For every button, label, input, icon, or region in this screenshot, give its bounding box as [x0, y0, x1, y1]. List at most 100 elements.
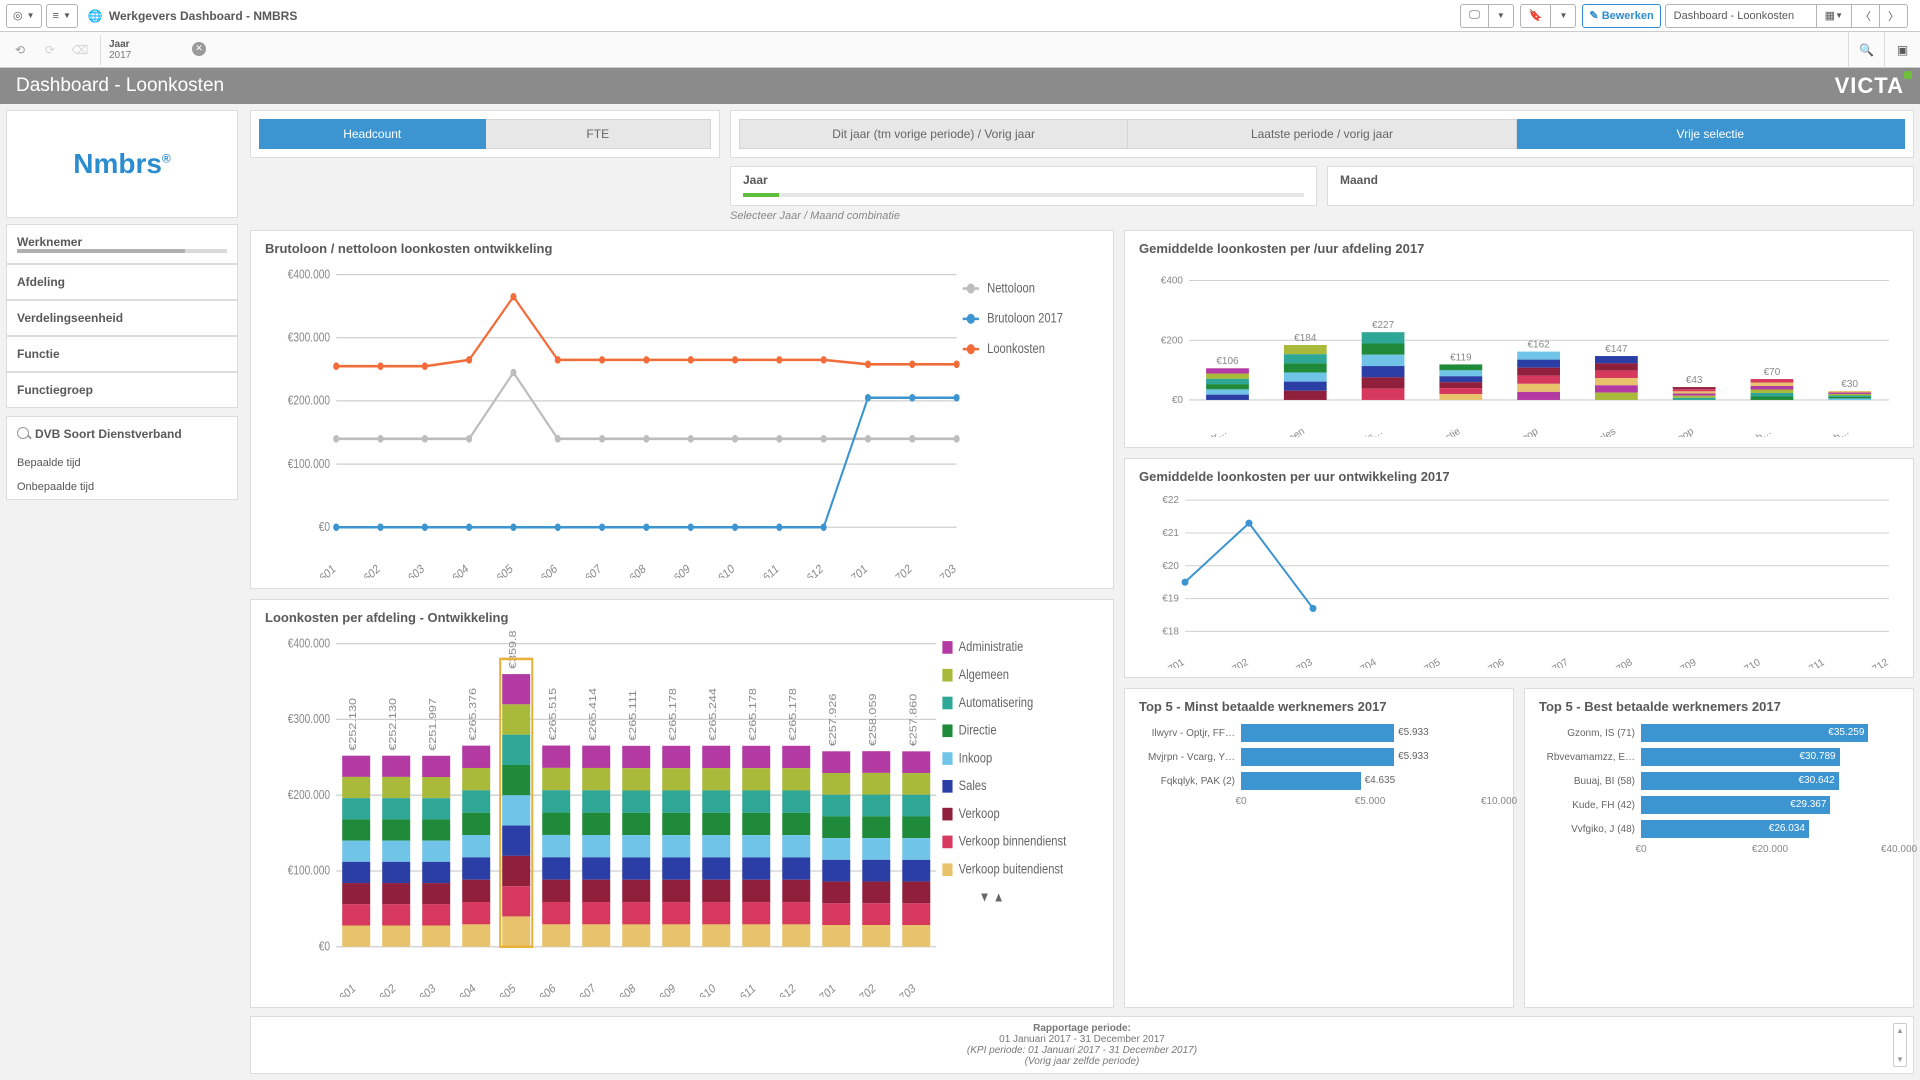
- svg-text:201608: 201608: [605, 982, 638, 997]
- chart-uur-ontwikkeling[interactable]: Gemiddelde loonkosten per uur ontwikkeli…: [1124, 458, 1914, 678]
- chart-uur-afdeling[interactable]: Gemiddelde loonkosten per /uur afdeling …: [1124, 230, 1914, 448]
- year-filter[interactable]: Jaar: [730, 166, 1317, 206]
- insight-group[interactable]: 🖵▼: [1460, 4, 1514, 28]
- svg-text:€18: €18: [1162, 626, 1179, 637]
- chart-loonkosten-afdeling[interactable]: Loonkosten per afdeling - Ontwikkeling €…: [250, 599, 1114, 1008]
- chart-minst-betaald[interactable]: Top 5 - Minst betaalde werknemers 2017 I…: [1124, 688, 1514, 1008]
- svg-text:€265.515: €265.515: [548, 688, 559, 741]
- svg-text:€43: €43: [1686, 375, 1703, 386]
- selection-back-icon[interactable]: ⟲: [6, 36, 34, 64]
- close-icon[interactable]: ✕: [192, 42, 206, 56]
- tab-headcount[interactable]: Headcount: [259, 119, 486, 149]
- svg-text:€184: €184: [1294, 333, 1317, 344]
- tab-fte[interactable]: FTE: [486, 119, 712, 149]
- nav-compass-button[interactable]: ◎▼: [6, 4, 42, 28]
- svg-text:Loonkosten: Loonkosten: [987, 341, 1045, 356]
- filter-functie[interactable]: Functie: [6, 336, 238, 372]
- svg-text:Algemeen: Algemeen: [959, 667, 1009, 682]
- svg-text:€162: €162: [1528, 339, 1551, 350]
- svg-text:€20: €20: [1162, 561, 1179, 572]
- svg-text:201702: 201702: [845, 982, 878, 997]
- chart-best-betaald[interactable]: Top 5 - Best betaalde werknemers 2017 Gz…: [1524, 688, 1914, 1008]
- bookmark-group[interactable]: 🔖▼: [1520, 4, 1577, 28]
- selection-clear-icon[interactable]: ⌫: [66, 36, 94, 64]
- svg-text:201711: 201711: [1793, 657, 1827, 668]
- table-row[interactable]: Rbvevamamzz, E…€30.789: [1539, 746, 1899, 768]
- filter-dienstverband[interactable]: DVB Soort Dienstverband: [7, 417, 237, 451]
- caret-icon: ▼: [1488, 5, 1513, 27]
- svg-text:201609: 201609: [659, 562, 692, 577]
- svg-text:201703: 201703: [885, 982, 918, 997]
- svg-text:201607: 201607: [565, 982, 598, 997]
- sheet-header: Dashboard - Loonkosten VICTA: [0, 68, 1920, 104]
- svg-text:201611: 201611: [748, 562, 781, 577]
- table-row[interactable]: Mvjrpn - Vcarg, Y…€5.933: [1139, 746, 1499, 768]
- svg-text:201603: 201603: [405, 982, 438, 997]
- table-row[interactable]: Ilwyrv - Optjr, FF…€5.933: [1139, 722, 1499, 744]
- svg-text:€265.376: €265.376: [468, 688, 479, 741]
- filter-hint: Selecteer Jaar / Maand combinatie: [730, 210, 1914, 222]
- tab-dit-jaar-tm-vorige-periode-vorig-jaar[interactable]: Dit jaar (tm vorige periode) / Vorig jaa…: [739, 119, 1128, 149]
- table-row[interactable]: Kude, FH (42)€29.367: [1539, 794, 1899, 816]
- next-sheet-button[interactable]: 〉: [1879, 5, 1907, 27]
- selection-forward-icon[interactable]: ⟳: [36, 36, 64, 64]
- filter-verdelingseenheid[interactable]: Verdelingseenheid: [6, 300, 238, 336]
- logo-card: Nmbrs®: [6, 110, 238, 218]
- tab-laatste-periode-vorig-jaar[interactable]: Laatste periode / vorig jaar: [1128, 119, 1516, 149]
- svg-text:€200: €200: [1161, 335, 1184, 346]
- story-name[interactable]: Dashboard - Loonkosten: [1666, 5, 1816, 27]
- svg-text:€252.130: €252.130: [348, 698, 359, 751]
- svg-text:€106: €106: [1216, 356, 1239, 367]
- svg-text:201612: 201612: [792, 562, 825, 577]
- svg-text:€0: €0: [1172, 395, 1183, 406]
- search-icon[interactable]: 🔍: [1848, 32, 1884, 68]
- list-item[interactable]: Bepaalde tijd: [7, 451, 237, 475]
- svg-text:€227: €227: [1372, 320, 1395, 331]
- caret-icon: ▼: [1550, 5, 1575, 27]
- svg-text:€300.000: €300.000: [288, 713, 330, 726]
- sheet-title: Dashboard - Loonkosten: [16, 75, 224, 97]
- svg-text:201701: 201701: [836, 562, 869, 577]
- svg-text:201601: 201601: [305, 562, 338, 577]
- svg-text:Directie: Directie: [1428, 426, 1463, 437]
- table-row[interactable]: Vvfgiko, J (48)€26.034: [1539, 818, 1899, 840]
- svg-text:€400.000: €400.000: [288, 269, 330, 282]
- tab-vrije-selectie[interactable]: Vrije selectie: [1517, 119, 1905, 149]
- svg-text:€100.000: €100.000: [288, 865, 330, 878]
- svg-text:Administratie: Administratie: [959, 639, 1024, 654]
- table-row[interactable]: Fqkqlyk, PAK (2)€4.635: [1139, 770, 1499, 792]
- list-icon: ≡: [53, 10, 59, 22]
- chart-bruto-netto[interactable]: Brutoloon / nettoloon loonkosten ontwikk…: [250, 230, 1114, 589]
- story-dropdown-icon[interactable]: ▦ ▼: [1816, 5, 1851, 27]
- table-row[interactable]: Gzonm, IS (71)€35.259: [1539, 722, 1899, 744]
- svg-text:Verkoop: Verkoop: [1659, 426, 1696, 437]
- nav-list-button[interactable]: ≡▼: [46, 4, 78, 28]
- filter-afdeling[interactable]: Afdeling: [6, 264, 238, 300]
- prev-sheet-button[interactable]: 〈: [1851, 5, 1879, 27]
- bookmark-icon: 🔖: [1521, 5, 1551, 27]
- svg-text:€22: €22: [1162, 495, 1179, 506]
- filter-werknemer[interactable]: Werknemer: [6, 224, 238, 264]
- svg-text:€30: €30: [1841, 379, 1858, 390]
- svg-text:€0: €0: [319, 521, 330, 534]
- svg-text:€257.860: €257.860: [908, 693, 919, 746]
- globe-icon: 🌐: [88, 9, 103, 23]
- edit-button[interactable]: ✎ Bewerken: [1582, 4, 1660, 28]
- table-row[interactable]: Buuaj, BI (58)€30.642: [1539, 770, 1899, 792]
- svg-text:Nettoloon: Nettoloon: [987, 280, 1035, 295]
- svg-text:Automatisering: Automatisering: [959, 694, 1034, 709]
- selections-tool-icon[interactable]: ▣: [1884, 32, 1920, 68]
- svg-text:201712: 201712: [1857, 657, 1891, 668]
- filter-functiegroep[interactable]: Functiegroep: [6, 372, 238, 408]
- story-nav: Dashboard - Loonkosten ▦ ▼ 〈 〉: [1665, 4, 1908, 28]
- svg-text:201701: 201701: [1153, 657, 1187, 668]
- scrollbar[interactable]: ▲▼: [1893, 1023, 1907, 1067]
- selection-chip-jaar[interactable]: Jaar 2017 ✕: [100, 35, 210, 65]
- svg-text:Verkoop: Verkoop: [959, 806, 1000, 821]
- svg-text:€21: €21: [1162, 528, 1179, 539]
- svg-text:€265.244: €265.244: [708, 687, 719, 740]
- chevron-up-icon: ▲: [1896, 1026, 1904, 1035]
- month-filter[interactable]: Maand: [1327, 166, 1914, 206]
- svg-text:201705: 201705: [1409, 657, 1443, 668]
- list-item[interactable]: Onbepaalde tijd: [7, 475, 237, 499]
